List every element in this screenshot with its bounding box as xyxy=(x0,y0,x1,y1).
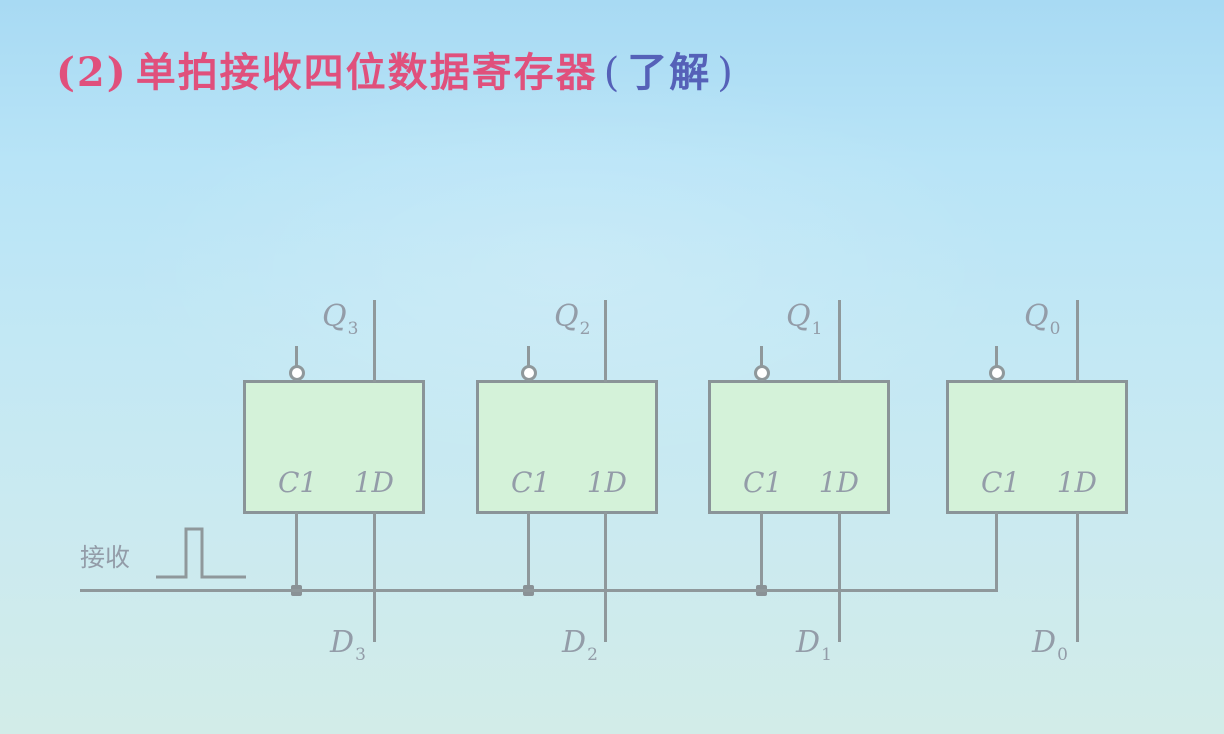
clock-bus xyxy=(80,589,998,592)
clock-pin-label: C1 xyxy=(511,466,551,499)
output-wire-q1 xyxy=(838,300,841,382)
clock-wire-1 xyxy=(760,512,763,590)
input-label-d0: D0 xyxy=(1032,625,1068,665)
title-open-paren: ( xyxy=(603,50,622,96)
clock-pin-label: C1 xyxy=(743,466,783,499)
title-note: 了解 xyxy=(627,49,712,96)
output-label-q2: Q2 xyxy=(554,299,591,339)
output-label-q1: Q1 xyxy=(786,299,823,339)
input-label-d1: D1 xyxy=(796,625,832,665)
clock-input-label: 接收 xyxy=(80,543,131,572)
input-label-d2: D2 xyxy=(562,625,598,665)
data-pin-label: 1D xyxy=(818,466,859,499)
input-wire-d0 xyxy=(1076,512,1079,642)
data-pin-label: 1D xyxy=(586,466,627,499)
input-wire-d1 xyxy=(838,512,841,642)
output-wire-q3 xyxy=(373,300,376,382)
inversion-bubble-0 xyxy=(989,365,1005,381)
output-label-q3: Q3 xyxy=(322,299,359,339)
clock-pin-label: C1 xyxy=(981,466,1021,499)
clock-pulse-icon xyxy=(156,527,246,579)
flip-flop-0: C1 1D xyxy=(946,380,1128,514)
inversion-bubble-2 xyxy=(521,365,537,381)
clock-pin-label: C1 xyxy=(278,466,318,499)
data-pin-label: 1D xyxy=(353,466,394,499)
inversion-bubble-1 xyxy=(754,365,770,381)
inversion-bubble-3 xyxy=(289,365,305,381)
input-label-d3: D3 xyxy=(330,625,366,665)
clock-wire-0 xyxy=(995,512,998,590)
title-main: 单拍接收四位数据寄存器 xyxy=(135,49,598,96)
title-number: (2) xyxy=(56,49,128,96)
input-wire-d2 xyxy=(604,512,607,642)
clock-wire-3 xyxy=(295,512,298,590)
data-pin-label: 1D xyxy=(1056,466,1097,499)
flip-flop-1: C1 1D xyxy=(708,380,890,514)
title-close-paren: ) xyxy=(717,50,735,96)
flip-flop-3: C1 1D xyxy=(243,380,425,514)
clock-wire-2 xyxy=(527,512,530,590)
input-wire-d3 xyxy=(373,512,376,642)
output-label-q0: Q0 xyxy=(1024,299,1061,339)
output-wire-q2 xyxy=(604,300,607,382)
slide-title: (2) 单拍接收四位数据寄存器(了解) xyxy=(56,40,741,98)
output-wire-q0 xyxy=(1076,300,1079,382)
flip-flop-2: C1 1D xyxy=(476,380,658,514)
